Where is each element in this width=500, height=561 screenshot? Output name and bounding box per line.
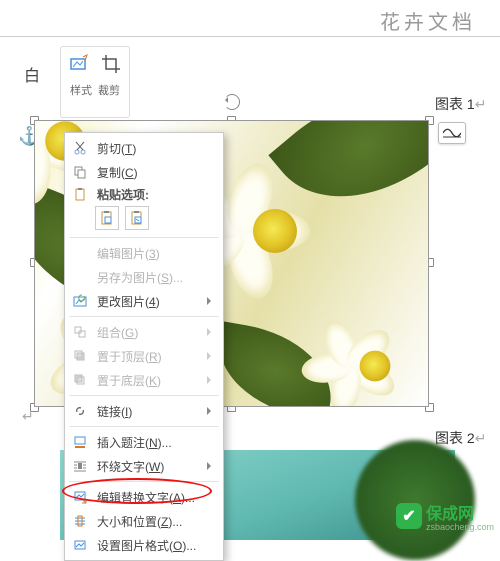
picture-style-icon[interactable]	[69, 53, 91, 78]
size-position-icon	[71, 512, 89, 530]
menu-hyperlink[interactable]: 链接(I)	[65, 399, 223, 423]
menu-change-picture[interactable]: 更改图片(4)	[65, 289, 223, 313]
menu-insert-caption[interactable]: 插入题注(N)...	[65, 430, 223, 454]
caption-chart-2: 图表 2↵	[435, 428, 486, 448]
watermark-text: 保成网	[426, 506, 474, 523]
document-title: 花卉文档	[380, 6, 476, 35]
group-icon	[71, 323, 89, 341]
layout-options-button[interactable]	[438, 122, 466, 144]
menu-save-as-picture: 另存为图片(S)...	[65, 265, 223, 289]
cut-icon	[71, 139, 89, 157]
format-picture-icon	[71, 536, 89, 554]
menu-size-position[interactable]: 大小和位置(Z)...	[65, 509, 223, 533]
paste-options-row	[65, 204, 223, 234]
paste-option-1[interactable]	[95, 206, 119, 230]
menu-wrap-text[interactable]: 环绕文字(W)	[65, 454, 223, 478]
menu-format-picture[interactable]: 设置图片格式(O)...	[65, 533, 223, 557]
ribbon-tab-label: 白	[24, 62, 40, 86]
crop-icon[interactable]	[101, 54, 121, 77]
paragraph-mark: ↵	[22, 408, 34, 425]
watermark: ✔ 保成网 zsbaocheng.com	[396, 500, 494, 532]
caption-icon	[71, 433, 89, 451]
caption-chart-1: 图表 1↵	[435, 94, 486, 114]
menu-paste-header: 粘贴选项:	[65, 184, 223, 204]
menu-copy[interactable]: 复制(C)	[65, 160, 223, 184]
ruler	[0, 36, 500, 37]
link-icon	[71, 402, 89, 420]
send-back-icon	[71, 371, 89, 389]
watermark-logo-icon: ✔	[396, 503, 422, 529]
watermark-subtext: zsbaocheng.com	[426, 522, 494, 532]
menu-edit-alt-text[interactable]: 编辑替换文字(A)...	[65, 485, 223, 509]
alt-text-icon	[71, 488, 89, 506]
rotate-handle[interactable]	[224, 94, 240, 110]
context-menu: 剪切(T) 复制(C) 粘贴选项: 编辑图片(3) 另存为图片(S)... 更改…	[64, 132, 224, 561]
copy-icon	[71, 163, 89, 181]
toolbar-group: 样式 裁剪	[60, 46, 130, 118]
menu-send-back: 置于底层(K)	[65, 368, 223, 392]
menu-cut[interactable]: 剪切(T)	[65, 136, 223, 160]
paste-icon	[71, 185, 89, 203]
change-picture-icon	[71, 292, 89, 310]
menu-edit-picture: 编辑图片(3)	[65, 241, 223, 265]
menu-group: 组合(G)	[65, 320, 223, 344]
bring-front-icon	[71, 347, 89, 365]
menu-bring-front: 置于顶层(R)	[65, 344, 223, 368]
paste-option-2[interactable]	[125, 206, 149, 230]
crop-label: 裁剪	[98, 82, 120, 98]
style-label: 样式	[70, 82, 92, 98]
wrap-text-icon	[71, 457, 89, 475]
